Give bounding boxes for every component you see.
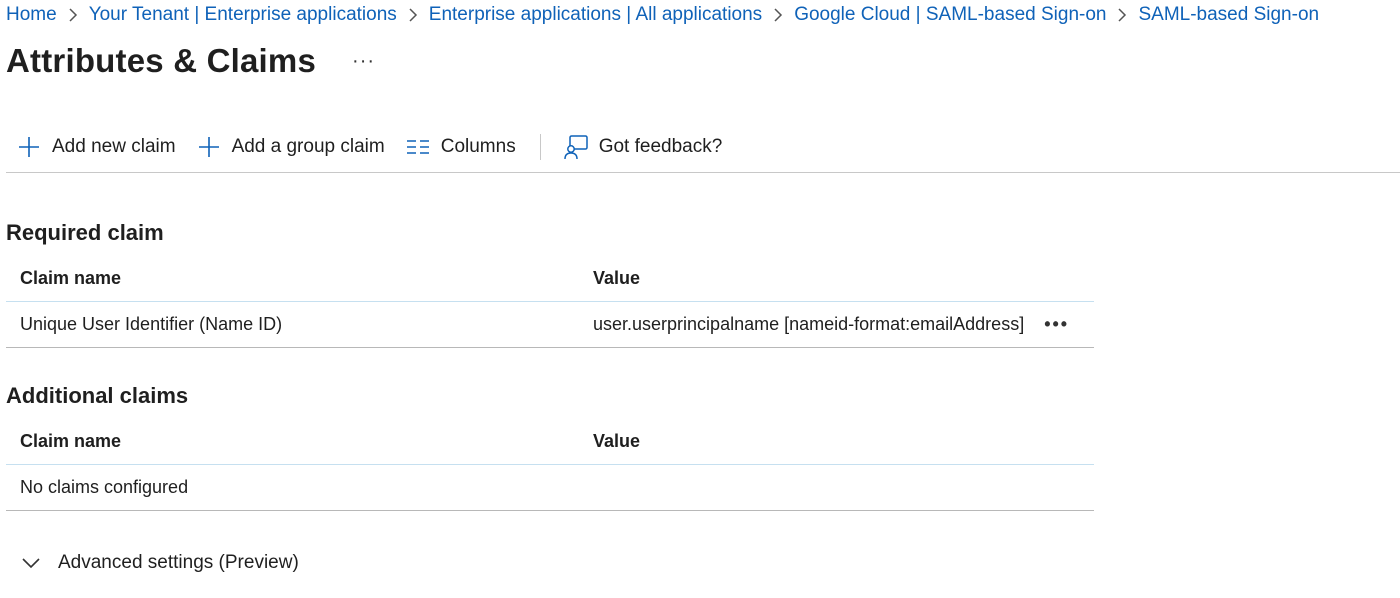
breadcrumb-google-cloud[interactable]: Google Cloud | SAML-based Sign-on bbox=[794, 2, 1106, 28]
row-more-options-icon[interactable]: ••• bbox=[1044, 314, 1069, 335]
advanced-settings-toggle[interactable]: Advanced settings (Preview) bbox=[22, 552, 299, 574]
claim-name-cell: Unique User Identifier (Name ID) bbox=[20, 314, 283, 334]
page: Home Your Tenant | Enterprise applicatio… bbox=[0, 0, 1400, 598]
breadcrumb-saml-sign-on[interactable]: SAML-based Sign-on bbox=[1138, 2, 1319, 28]
add-group-claim-label: Add a group claim bbox=[231, 136, 385, 157]
empty-row: No claims configured bbox=[6, 465, 1094, 511]
columns-icon bbox=[405, 134, 431, 160]
page-title: Attributes & Claims bbox=[6, 42, 317, 79]
columns-button[interactable]: Columns bbox=[395, 126, 526, 168]
claim-value-text: user.userprincipalname [nameid-format:em… bbox=[593, 314, 1025, 334]
breadcrumb-home[interactable]: Home bbox=[6, 2, 57, 28]
command-bar: Add new claim Add a group claim Columns bbox=[6, 126, 1400, 173]
columns-label: Columns bbox=[440, 136, 516, 157]
chevron-right-icon bbox=[1106, 2, 1138, 28]
breadcrumb: Home Your Tenant | Enterprise applicatio… bbox=[6, 2, 1319, 28]
chevron-right-icon bbox=[762, 2, 794, 28]
toolbar-divider bbox=[539, 134, 541, 160]
column-header-claim-name[interactable]: Claim name bbox=[6, 431, 579, 452]
more-options-icon[interactable]: ··· bbox=[352, 50, 375, 73]
chevron-right-icon bbox=[57, 2, 89, 28]
grid-header: Claim name Value bbox=[6, 419, 1094, 465]
chevron-down-icon bbox=[22, 557, 42, 569]
add-new-claim-button[interactable]: Add new claim bbox=[6, 126, 186, 168]
plus-icon bbox=[16, 134, 42, 160]
title-row: Attributes & Claims ··· bbox=[6, 42, 375, 80]
required-claim-grid: Claim name Value Unique User Identifier … bbox=[6, 256, 1094, 348]
breadcrumb-tenant[interactable]: Your Tenant | Enterprise applications bbox=[89, 2, 397, 28]
grid-header: Claim name Value bbox=[6, 256, 1094, 302]
column-header-value[interactable]: Value bbox=[579, 268, 1094, 289]
add-new-claim-label: Add new claim bbox=[52, 136, 176, 157]
plus-icon bbox=[196, 134, 222, 160]
breadcrumb-all-applications[interactable]: Enterprise applications | All applicatio… bbox=[429, 2, 762, 28]
required-claim-heading: Required claim bbox=[6, 220, 164, 245]
add-group-claim-button[interactable]: Add a group claim bbox=[186, 126, 395, 168]
got-feedback-label: Got feedback? bbox=[598, 136, 723, 157]
chevron-right-icon bbox=[397, 2, 429, 28]
column-header-value[interactable]: Value bbox=[579, 431, 1094, 452]
no-claims-text: No claims configured bbox=[20, 477, 189, 497]
additional-claims-heading: Additional claims bbox=[6, 383, 189, 408]
claim-value-cell: user.userprincipalname [nameid-format:em… bbox=[579, 314, 1094, 335]
table-row[interactable]: Unique User Identifier (Name ID) user.us… bbox=[6, 302, 1094, 348]
got-feedback-button[interactable]: Got feedback? bbox=[553, 126, 733, 168]
advanced-settings-label: Advanced settings (Preview) bbox=[58, 552, 299, 573]
additional-claims-grid: Claim name Value No claims configured bbox=[6, 419, 1094, 511]
feedback-icon bbox=[563, 134, 589, 160]
column-header-claim-name[interactable]: Claim name bbox=[6, 268, 579, 289]
